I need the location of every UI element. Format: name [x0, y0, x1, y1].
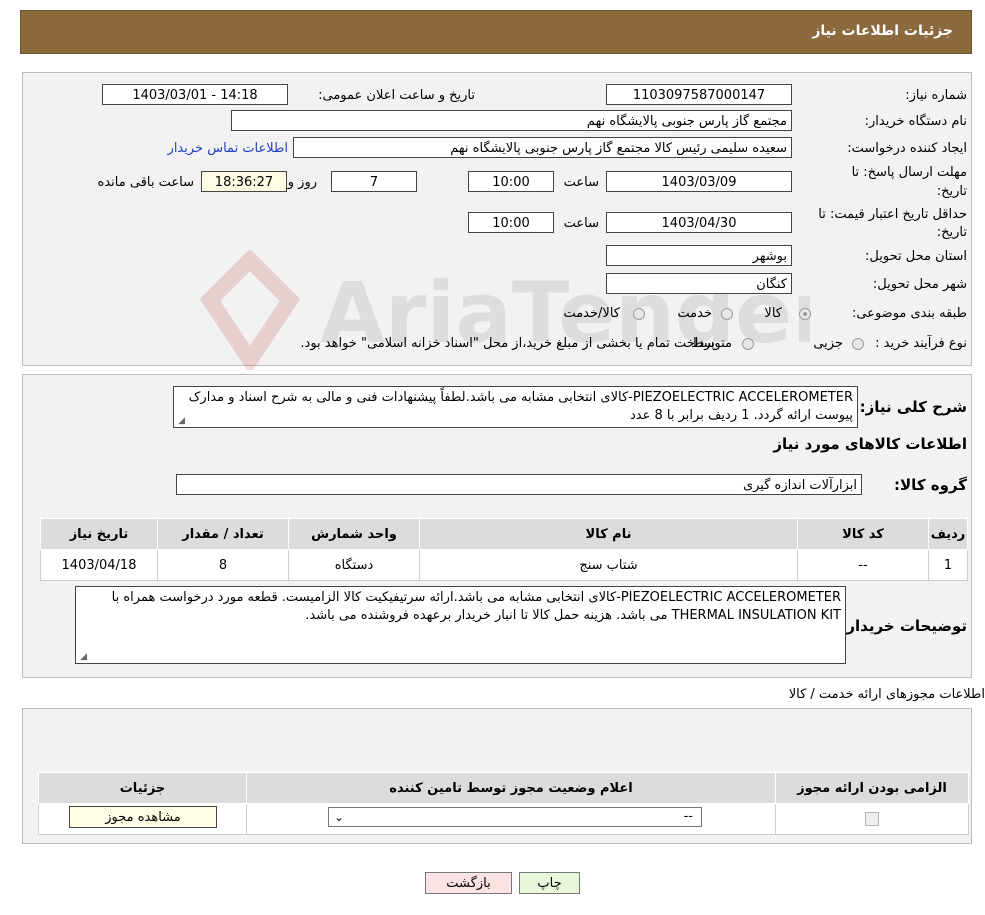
process-radio-medium[interactable]	[742, 338, 754, 350]
category-radio-both[interactable]	[633, 308, 645, 320]
days-label: روز و	[287, 175, 317, 190]
cell-date: 1403/04/18	[40, 549, 158, 581]
buyer-notes-label: توضیحات خریدار:	[840, 617, 967, 635]
col-details: جزئیات	[38, 772, 247, 804]
price-valid-label-2: تاریخ:	[936, 225, 967, 240]
permits-table-header: الزامی بودن ارائه مجوز اعلام وضعیت مجوز …	[38, 772, 969, 804]
col-row: ردیف	[928, 518, 968, 550]
price-valid-date: 1403/04/30	[606, 212, 792, 233]
process-option-minor: جزیی	[813, 336, 843, 351]
process-label: نوع فرآیند خرید :	[875, 336, 967, 351]
col-qty: تعداد / مقدار	[157, 518, 289, 550]
view-permit-button[interactable]: مشاهده مجوز	[69, 806, 217, 828]
province-value: بوشهر	[606, 245, 792, 266]
cell-qty: 8	[157, 549, 289, 581]
time-remaining: 18:36:27	[201, 171, 287, 192]
resize-grip-icon[interactable]: ◢	[79, 653, 87, 662]
price-valid-time: 10:00	[468, 212, 554, 233]
process-note: پرداخت تمام یا بخشی از مبلغ خرید،از محل …	[300, 336, 715, 351]
buyer-label: نام دستگاه خریدار:	[864, 114, 967, 129]
process-radio-minor[interactable]	[852, 338, 864, 350]
cell-unit: دستگاه	[288, 549, 420, 581]
deadline-time: 10:00	[468, 171, 554, 192]
cell-row: 1	[928, 549, 968, 581]
col-unit: واحد شمارش	[288, 518, 420, 550]
back-button[interactable]: بازگشت	[425, 872, 512, 894]
required-checkbox[interactable]	[865, 812, 879, 826]
price-valid-label: حداقل تاریخ اعتبار قیمت: تا	[818, 207, 967, 222]
city-value: کنگان	[606, 273, 792, 294]
goods-section-title: اطلاعات کالاهای مورد نیاز	[773, 435, 967, 453]
col-name: نام کالا	[419, 518, 798, 550]
col-code: کد کالا	[797, 518, 929, 550]
cell-required	[775, 803, 969, 835]
category-option-service: خدمت	[677, 306, 712, 321]
col-date: تاریخ نیاز	[40, 518, 158, 550]
permit-status-select[interactable]: ⌄ --	[328, 807, 702, 827]
category-option-both: کالا/خدمت	[563, 306, 620, 321]
category-option-goods: کالا	[764, 306, 782, 321]
deadline-date: 1403/03/09	[606, 171, 792, 192]
buyer-notes-content: PIEZOELECTRIC ACCELEROMETER-کالای انتخاب…	[111, 590, 841, 623]
goods-group-value: ابزارآلات اندازه گیری	[176, 474, 862, 495]
days-remaining: 7	[331, 171, 417, 192]
cell-code: --	[797, 549, 929, 581]
resize-grip-icon[interactable]: ◢	[177, 417, 185, 426]
category-label: طبقه بندی موضوعی:	[851, 306, 967, 321]
goods-table-header: ردیف کد کالا نام کالا واحد شمارش تعداد /…	[40, 518, 968, 550]
need-number-value: 1103097587000147	[606, 84, 792, 105]
buyer-value: مجتمع گاز پارس جنوبی پالایشگاه نهم	[231, 110, 792, 131]
buyer-contact-link[interactable]: اطلاعات تماس خریدار	[168, 141, 288, 156]
announce-label: تاریخ و ساعت اعلان عمومی:	[318, 88, 475, 103]
deadline-label: مهلت ارسال پاسخ: تا	[851, 165, 967, 180]
need-number-label: شماره نیاز:	[905, 88, 967, 103]
col-required: الزامی بودن ارائه مجوز	[775, 772, 969, 804]
announce-value: 1403/03/01 - 14:18	[102, 84, 288, 105]
description-label: شرح کلی نیاز:	[859, 398, 967, 416]
select-chevron-icon: ⌄	[334, 810, 345, 824]
page-header: جزئیات اطلاعات نیاز	[20, 10, 972, 54]
price-valid-time-label: ساعت	[563, 216, 599, 231]
province-label: استان محل تحویل:	[865, 249, 967, 264]
deadline-label-2: تاریخ:	[936, 184, 967, 199]
category-radio-service[interactable]	[721, 308, 733, 320]
creator-label: ایجاد کننده درخواست:	[847, 141, 967, 156]
print-button[interactable]: چاپ	[519, 872, 580, 894]
creator-value: سعیده سلیمی رئیس کالا مجتمع گاز پارس جنو…	[293, 137, 792, 158]
permit-status-value: --	[683, 809, 693, 824]
permits-section-title: اطلاعات مجوزهای ارائه خدمت / کالا	[788, 687, 985, 702]
goods-table: ردیف کد کالا نام کالا واحد شمارش تعداد /…	[40, 518, 968, 581]
table-row: 1 -- شتاب سنج دستگاه 8 1403/04/18	[40, 549, 968, 581]
time-remaining-label: ساعت باقی مانده	[97, 175, 194, 190]
city-label: شهر محل تحویل:	[872, 277, 967, 292]
deadline-time-label: ساعت	[563, 175, 599, 190]
description-text: PIEZOELECTRIC ACCELEROMETER-کالای انتخاب…	[173, 386, 858, 428]
page-title: جزئیات اطلاعات نیاز	[812, 23, 953, 39]
goods-group-label: گروه کالا:	[894, 476, 967, 494]
category-radio-goods[interactable]	[799, 308, 811, 320]
col-status: اعلام وضعیت مجوز توسط تامین کننده	[246, 772, 776, 804]
cell-name: شتاب سنج	[419, 549, 798, 581]
description-content: PIEZOELECTRIC ACCELEROMETER-کالای انتخاب…	[188, 390, 853, 423]
buyer-notes-text: PIEZOELECTRIC ACCELEROMETER-کالای انتخاب…	[75, 586, 846, 664]
